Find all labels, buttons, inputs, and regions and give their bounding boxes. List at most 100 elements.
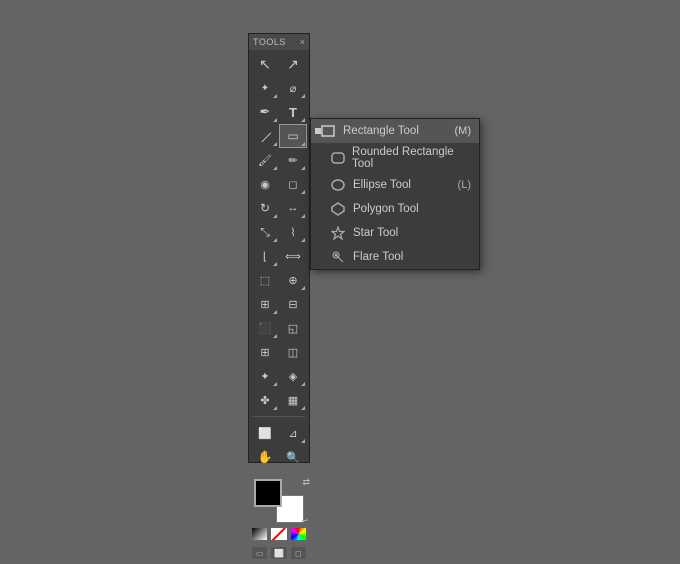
rotate-icon: ↻ bbox=[260, 201, 270, 215]
tool-magic-wand[interactable]: ✦ bbox=[251, 76, 279, 100]
tool-brush[interactable]: 🖌 bbox=[251, 148, 279, 172]
dropdown-item-rectangle-tool[interactable]: Rectangle Tool (M) bbox=[311, 119, 479, 143]
lasso-icon: ⌀ bbox=[290, 82, 297, 95]
tool-live-paint[interactable]: ⊞ bbox=[251, 292, 279, 316]
screen-mode-normal[interactable]: ▭ bbox=[251, 546, 268, 560]
dropdown-item-polygon-tool[interactable]: Polygon Tool bbox=[311, 197, 479, 221]
submenu-indicator bbox=[301, 214, 305, 218]
toolbar-close-button[interactable]: × bbox=[300, 37, 305, 47]
submenu-indicator bbox=[273, 142, 277, 146]
submenu-indicator bbox=[273, 214, 277, 218]
pencil-icon: ✏ bbox=[288, 154, 297, 167]
toolbar-titlebar: TOOLS × bbox=[249, 34, 309, 50]
perspective-grid-icon: ⬛ bbox=[258, 322, 272, 335]
tool-blend[interactable]: ◈ bbox=[279, 364, 307, 388]
graph-icon: ▦ bbox=[288, 394, 298, 407]
star-tool-icon bbox=[329, 224, 347, 242]
width-icon: ⟺ bbox=[285, 250, 301, 263]
rectangle-tool-icon bbox=[319, 122, 337, 140]
zoom-icon: 🔍 bbox=[286, 451, 300, 464]
dropdown-item-star-tool[interactable]: Star Tool bbox=[311, 221, 479, 245]
tool-zoom[interactable]: 🔍 bbox=[279, 445, 307, 469]
warp-icon: ⌊ bbox=[263, 250, 267, 263]
rounded-rectangle-tool-label: Rounded Rectangle Tool bbox=[352, 146, 471, 170]
reset-colors-button[interactable]: ↩ bbox=[301, 516, 308, 525]
none-fill-button[interactable] bbox=[270, 527, 287, 541]
tool-symbol-spray[interactable]: ✤ bbox=[251, 388, 279, 412]
submenu-indicator bbox=[301, 382, 305, 386]
rectangle-tool-label: Rectangle Tool bbox=[343, 125, 419, 137]
shape-builder-icon: ⊕ bbox=[288, 274, 297, 287]
tool-perspective-grid[interactable]: ⬛ bbox=[251, 316, 279, 340]
flare-tool-label: Flare Tool bbox=[353, 251, 403, 263]
tool-rect[interactable]: ▭ bbox=[279, 124, 307, 148]
color-swatch-area: ↩ ⇄ bbox=[249, 473, 309, 543]
ellipse-tool-icon bbox=[329, 176, 347, 194]
eyedropper-icon: ✦ bbox=[260, 370, 269, 383]
perspective-sel-icon: ◱ bbox=[288, 322, 298, 335]
submenu-indicator bbox=[273, 310, 277, 314]
reflect-icon: ↔ bbox=[288, 202, 299, 214]
dropdown-item-rounded-rectangle-tool[interactable]: Rounded Rectangle Tool bbox=[311, 143, 479, 173]
tool-eyedropper[interactable]: ✦ bbox=[251, 364, 279, 388]
rect-icon: ▭ bbox=[287, 129, 298, 143]
tool-free-transform[interactable]: ⬚ bbox=[251, 268, 279, 292]
screen-mode-presentation[interactable]: ◻ bbox=[290, 546, 307, 560]
submenu-indicator bbox=[273, 118, 277, 122]
tool-width[interactable]: ⟺ bbox=[279, 244, 307, 268]
scale-icon: ⤡ bbox=[260, 225, 270, 240]
tool-pencil[interactable]: ✏ bbox=[279, 148, 307, 172]
line-icon: — bbox=[255, 126, 275, 146]
dropdown-item-flare-tool[interactable]: Flare Tool bbox=[311, 245, 479, 269]
tool-pen[interactable]: ✒ bbox=[251, 100, 279, 124]
shear-icon: ⌇ bbox=[290, 226, 295, 239]
swap-colors-button[interactable]: ⇄ bbox=[302, 477, 310, 488]
submenu-indicator bbox=[301, 166, 305, 170]
submenu-indicator bbox=[273, 406, 277, 410]
color-mode-buttons bbox=[251, 527, 307, 541]
tool-slice[interactable]: ⊿ bbox=[279, 421, 307, 445]
tool-grid: ↖ ↗ ✦ ⌀ ✒ T — ▭ bbox=[249, 50, 309, 414]
blend-icon: ◈ bbox=[289, 370, 297, 383]
foreground-color-swatch[interactable] bbox=[254, 479, 282, 507]
eraser-icon: ◻ bbox=[288, 178, 297, 191]
tool-artboard[interactable]: ⬜ bbox=[251, 421, 279, 445]
tool-lasso[interactable]: ⌀ bbox=[279, 76, 307, 100]
tool-direct-select[interactable]: ↗ bbox=[279, 52, 307, 76]
tool-select[interactable]: ↖ bbox=[251, 52, 279, 76]
tool-reflect[interactable]: ↔ bbox=[279, 196, 307, 220]
tool-shear[interactable]: ⌇ bbox=[279, 220, 307, 244]
tool-shape-builder[interactable]: ⊕ bbox=[279, 268, 307, 292]
tool-perspective-sel[interactable]: ◱ bbox=[279, 316, 307, 340]
tool-type[interactable]: T bbox=[279, 100, 307, 124]
submenu-indicator bbox=[273, 238, 277, 242]
tool-warp[interactable]: ⌊ bbox=[251, 244, 279, 268]
screen-mode-full[interactable]: ⬜ bbox=[270, 546, 287, 560]
tool-rotate[interactable]: ↻ bbox=[251, 196, 279, 220]
submenu-indicator bbox=[301, 118, 305, 122]
spectrum-button[interactable] bbox=[290, 527, 307, 541]
slice-icon: ⊿ bbox=[288, 427, 297, 440]
tool-gradient[interactable]: ◫ bbox=[279, 340, 307, 364]
tool-eraser[interactable]: ◻ bbox=[279, 172, 307, 196]
tool-line[interactable]: — bbox=[251, 124, 279, 148]
tool-scale[interactable]: ⤡ bbox=[251, 220, 279, 244]
gradient-icon: ◫ bbox=[288, 346, 298, 359]
tool-grid-bottom: ⬜ ⊿ ✋ 🔍 bbox=[249, 419, 309, 471]
tool-hand[interactable]: ✋ bbox=[251, 445, 279, 469]
none-slash bbox=[272, 527, 286, 541]
ellipse-tool-shortcut: (L) bbox=[458, 179, 471, 191]
dropdown-item-ellipse-tool[interactable]: Ellipse Tool (L) bbox=[311, 173, 479, 197]
submenu-indicator bbox=[273, 262, 277, 266]
submenu-indicator bbox=[301, 142, 305, 146]
magic-wand-icon: ✦ bbox=[261, 83, 269, 94]
color-fill-button[interactable] bbox=[251, 527, 268, 541]
tool-mesh[interactable]: ⊞ bbox=[251, 340, 279, 364]
brush-icon: 🖌 bbox=[258, 154, 272, 167]
select-icon: ↖ bbox=[259, 56, 271, 73]
tool-graph[interactable]: ▦ bbox=[279, 388, 307, 412]
submenu-indicator bbox=[273, 166, 277, 170]
submenu-indicator bbox=[301, 286, 305, 290]
tool-blob-brush[interactable]: ◉ bbox=[251, 172, 279, 196]
tool-live-paint-sel[interactable]: ⊟ bbox=[279, 292, 307, 316]
